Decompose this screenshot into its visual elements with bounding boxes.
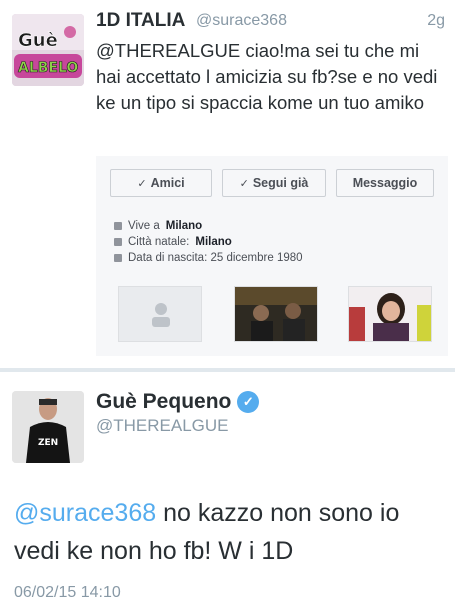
fb-info-lives-in: Vive a Milano: [114, 220, 202, 232]
svg-text:Guè: Guè: [18, 30, 58, 51]
fb-info-label: Data di nascita: 25 dicembre 1980: [128, 252, 303, 264]
fb-info-label: Città natale:: [128, 236, 190, 248]
fb-info-label: Vive a: [128, 220, 160, 232]
tweet-author-name[interactable]: Guè Pequeno ✓: [96, 390, 260, 414]
fb-info-value[interactable]: Milano: [166, 220, 202, 232]
user-avatar-1dital[interactable]: Guè ALBELO: [12, 14, 84, 86]
fb-info-birthday: Data di nascita: 25 dicembre 1980: [114, 252, 303, 264]
tweet-1[interactable]: Guè ALBELO 1D ITALIA @surace368 2g @THER…: [0, 0, 455, 368]
person-silhouette-icon: [152, 303, 170, 327]
check-icon: ✓: [137, 177, 147, 190]
verified-icon: ✓: [237, 391, 260, 413]
check-icon: ✓: [239, 177, 249, 190]
tweet-author-handle[interactable]: @THEREALGUE: [96, 416, 229, 436]
tweet-author-name[interactable]: 1D ITALIA: [96, 10, 185, 32]
portrait-photo-image: [349, 287, 431, 341]
svg-text:ALBELO: ALBELO: [18, 60, 78, 76]
shirt-text: ZEN: [38, 438, 58, 448]
attached-facebook-screenshot[interactable]: ✓ Amici ✓ Segui già Messaggio Vive a Mil…: [96, 156, 448, 356]
tweet-author-handle[interactable]: @surace368: [196, 12, 287, 30]
graffiti-avatar-image: Guè ALBELO: [12, 14, 84, 86]
fb-following-button[interactable]: ✓ Segui già: [222, 169, 326, 197]
tweet-2[interactable]: ZEN Guè Pequeno ✓ @THEREALGUE @surace368…: [0, 372, 455, 597]
user-avatar-gue[interactable]: ZEN: [12, 391, 84, 463]
calendar-icon: [114, 254, 122, 262]
profile-photo-image: ZEN: [12, 391, 84, 463]
fb-following-label: Segui già: [252, 176, 309, 190]
fb-friend-photo-placeholder[interactable]: [118, 286, 202, 342]
tweet-text: @surace368 no kazzo non sono io vedi ke …: [14, 494, 444, 570]
fb-info-hometown: Città natale: Milano: [114, 236, 232, 248]
fb-friends-label: Amici: [150, 176, 185, 190]
tweet-timestamp[interactable]: 2g: [427, 12, 445, 30]
group-photo-image: [235, 287, 317, 341]
mention-link[interactable]: @surace368: [14, 499, 156, 527]
fb-friend-photo-woman[interactable]: [348, 286, 432, 342]
fb-info-value[interactable]: Milano: [195, 236, 231, 248]
tweet-text: @THEREALGUE ciao!ma sei tu che mi hai ac…: [96, 40, 438, 113]
pin-icon: [114, 238, 122, 246]
fb-friend-photo-group[interactable]: [234, 286, 318, 342]
fb-friends-button[interactable]: ✓ Amici: [110, 169, 212, 197]
fb-message-button[interactable]: Messaggio: [336, 169, 434, 197]
home-icon: [114, 222, 122, 230]
tweet-timestamp[interactable]: 06/02/15 14:10: [14, 584, 121, 597]
author-display-name[interactable]: Guè Pequeno: [96, 390, 231, 414]
fb-message-label: Messaggio: [352, 176, 418, 190]
